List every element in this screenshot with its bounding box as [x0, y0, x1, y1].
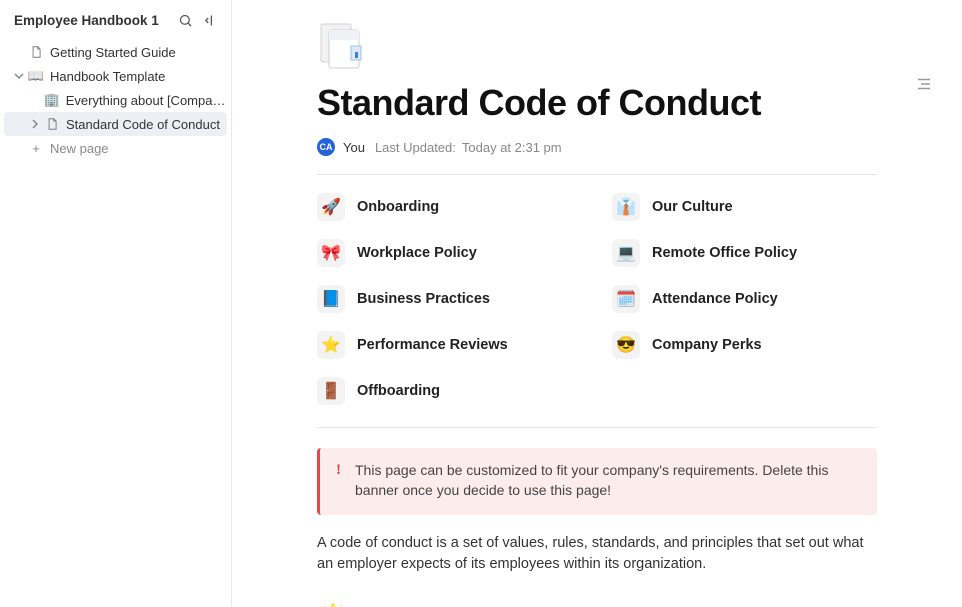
sidebar-header: Employee Handbook 1 [0, 6, 231, 38]
page-tree: Getting Started Guide 📖 Handbook Template 🏢… [0, 38, 231, 160]
page-meta: CA You Last Updated: Today at 2:31 pm [317, 138, 877, 156]
last-updated-label: Last Updated: [375, 140, 456, 155]
new-page-button[interactable]: + New page [4, 136, 227, 160]
toc-link[interactable]: 💻 Remote Office Policy [612, 239, 877, 267]
toc-link[interactable]: 🗓️ Attendance Policy [612, 285, 877, 313]
sidebar-item-label: Getting Started Guide [50, 45, 176, 60]
toc-icon: 🗓️ [612, 285, 640, 313]
info-banner[interactable]: ! This page can be customized to fit you… [317, 448, 877, 515]
outline-toggle-icon[interactable] [914, 74, 934, 94]
toc-link[interactable]: 🎀 Workplace Policy [317, 239, 582, 267]
toc-label: Our Culture [652, 199, 733, 215]
toc-label: Remote Office Policy [652, 245, 797, 261]
banner-text: This page can be customized to fit your … [355, 460, 861, 501]
toc-label: Company Perks [652, 337, 762, 353]
toc-icon: ⭐ [317, 331, 345, 359]
toc-label: Onboarding [357, 199, 439, 215]
author-avatar: CA [317, 138, 335, 156]
sidebar-item[interactable]: Getting Started Guide [4, 40, 227, 64]
author-name: You [343, 140, 365, 155]
toc-link[interactable]: 😎 Company Perks [612, 331, 877, 359]
toc-icon: 🚀 [317, 193, 345, 221]
page-title[interactable]: Standard Code of Conduct [317, 82, 877, 124]
toc-link[interactable]: 📘 Business Practices [317, 285, 582, 313]
toc-label: Offboarding [357, 383, 440, 399]
sidebar-item-label: Everything about [Company] [66, 93, 227, 108]
heading-mission-values[interactable]: 🌟 Our Mission & Core Values [317, 602, 877, 607]
divider [317, 427, 877, 428]
divider [317, 174, 877, 175]
office-emoji: 🏢 [44, 92, 60, 108]
plus-icon: + [28, 141, 44, 156]
toc-icon: 📘 [317, 285, 345, 313]
main-area: Standard Code of Conduct CA You Last Upd… [232, 0, 962, 607]
disclosure-triangle[interactable] [12, 71, 26, 81]
toc-label: Performance Reviews [357, 337, 508, 353]
sidebar: Employee Handbook 1 Getting Started Guid… [0, 0, 232, 607]
doc-icon [28, 45, 44, 59]
toc-icon: 😎 [612, 331, 640, 359]
toc-icon: 👔 [612, 193, 640, 221]
disclosure-triangle[interactable] [28, 119, 42, 129]
toc-link[interactable]: 🚪 Offboarding [317, 377, 582, 405]
sparkle-icon: 🌟 [317, 602, 349, 607]
toc-icon: 🎀 [317, 239, 345, 267]
sidebar-item[interactable]: Standard Code of Conduct [4, 112, 227, 136]
page-cover-icon[interactable] [317, 22, 369, 70]
toc-label: Workplace Policy [357, 245, 477, 261]
heading-text: Our Mission & Core Values [357, 602, 689, 607]
warning-icon: ! [336, 460, 341, 501]
toc-link[interactable]: ⭐ Performance Reviews [317, 331, 582, 359]
toc-link[interactable]: 👔 Our Culture [612, 193, 877, 221]
toc-icon: 🚪 [317, 377, 345, 405]
sidebar-item-label: New page [50, 141, 109, 156]
page-icon [44, 117, 60, 131]
sidebar-item[interactable]: 📖 Handbook Template [4, 64, 227, 88]
toc-grid: 🚀 Onboarding 👔 Our Culture 🎀 Workplace Policy… [317, 193, 877, 405]
toc-label: Business Practices [357, 291, 490, 307]
intro-paragraph[interactable]: A code of conduct is a set of values, ru… [317, 533, 877, 577]
toc-icon: 💻 [612, 239, 640, 267]
sidebar-item-label: Handbook Template [50, 69, 165, 84]
toc-label: Attendance Policy [652, 291, 778, 307]
search-icon[interactable] [177, 12, 193, 28]
collapse-sidebar-icon[interactable] [201, 12, 217, 28]
book-emoji: 📖 [28, 68, 44, 84]
toc-link[interactable]: 🚀 Onboarding [317, 193, 582, 221]
sidebar-item-label: Standard Code of Conduct [66, 117, 220, 132]
document-content: Standard Code of Conduct CA You Last Upd… [317, 0, 877, 607]
last-updated-value: Today at 2:31 pm [462, 140, 562, 155]
sidebar-item[interactable]: 🏢 Everything about [Company] [4, 88, 227, 112]
workspace-title: Employee Handbook 1 [14, 13, 169, 28]
